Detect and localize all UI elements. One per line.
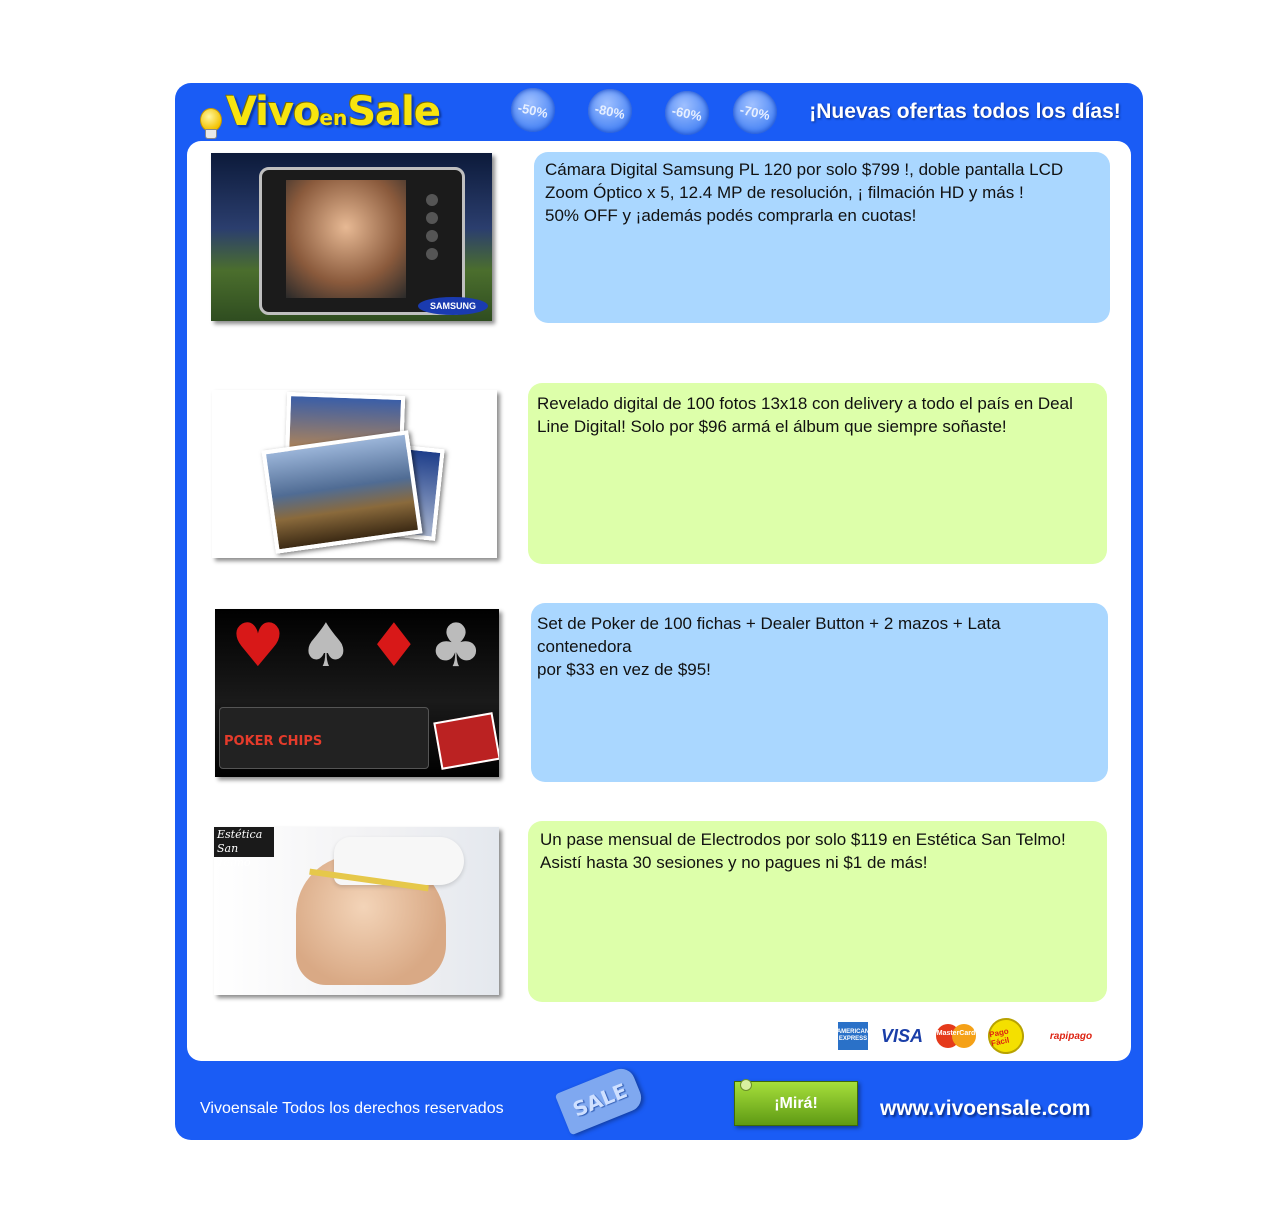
deal-text-line: Zoom Óptico x 5, 12.4 MP de resolución, … <box>545 183 1024 202</box>
rapipago-logo: rapipago <box>1049 1030 1093 1042</box>
deal-text-line: Line Digital! Solo por $96 armá el álbum… <box>537 417 1007 436</box>
deal-text-line: Asistí hasta 30 sesiones y no pagues ni … <box>540 853 928 872</box>
deal-description-box[interactable]: Set de Poker de 100 fichas + Dealer Butt… <box>531 603 1108 782</box>
deal-image-photos[interactable] <box>212 390 497 558</box>
header-tagline: ¡Nuevas ofertas todos los días! <box>809 100 1121 123</box>
pagofacil-logo: Pago Fácil <box>984 1014 1028 1058</box>
camera-screen-photo <box>286 180 406 298</box>
deal-image-camera[interactable]: SAMSUNG <box>211 153 492 321</box>
deal-text-line: Un pase mensual de Electrodos por solo $… <box>540 830 1066 849</box>
mira-button[interactable]: ¡Mirá! <box>734 1081 858 1126</box>
lightbulb-icon <box>198 104 222 139</box>
deal-text-line: por $33 en vez de $95! <box>537 660 711 679</box>
deal-description-box[interactable]: Revelado digital de 100 fotos 13x18 con … <box>528 383 1107 564</box>
amex-logo: AMERICAN EXPRESS <box>837 1022 869 1050</box>
deal-text-line: Set de Poker de 100 fichas + Dealer Butt… <box>537 614 1001 656</box>
ribbon-knot-icon <box>740 1079 752 1091</box>
payment-methods: AMERICAN EXPRESS VISA MasterCard Pago Fá… <box>837 1014 1106 1058</box>
visa-logo: VISA <box>880 1025 923 1046</box>
playing-cards <box>433 712 499 770</box>
heart-icon: ♥ <box>231 611 285 681</box>
mastercard-logo: MasterCard <box>936 1022 976 1050</box>
site-url-link[interactable]: www.vivoensale.com <box>880 1097 1090 1121</box>
deal-text-line: Cámara Digital Samsung PL 120 por solo $… <box>545 160 1064 179</box>
spade-icon: ♠ <box>299 611 353 681</box>
deal-text-line: Revelado digital de 100 fotos 13x18 con … <box>537 394 1073 413</box>
vivoensale-logo[interactable]: VivoenSale <box>198 88 441 139</box>
photo-print <box>261 430 423 554</box>
logo-text: VivoenSale <box>226 89 441 135</box>
deal-text-line: 50% OFF y ¡además podés comprarla en cuo… <box>545 206 917 225</box>
club-icon: ♣ <box>429 611 483 681</box>
deal-description-box[interactable]: Cámara Digital Samsung PL 120 por solo $… <box>534 152 1110 323</box>
samsung-logo: SAMSUNG <box>418 297 488 315</box>
estetica-san-telmo-label: Estética San Telmo <box>214 827 274 869</box>
deal-image-poker[interactable]: ♥ ♠ ♦ ♣ POKER CHIPS <box>215 609 499 777</box>
deal-description-box[interactable]: Un pase mensual de Electrodos por solo $… <box>528 821 1107 1002</box>
poker-chips-tin: POKER CHIPS <box>219 707 429 769</box>
footer-copyright: Vivoensale Todos los derechos reservados <box>200 1100 504 1117</box>
diamond-icon: ♦ <box>367 611 421 681</box>
deal-image-estetica[interactable]: Estética San Telmo <box>214 827 499 995</box>
